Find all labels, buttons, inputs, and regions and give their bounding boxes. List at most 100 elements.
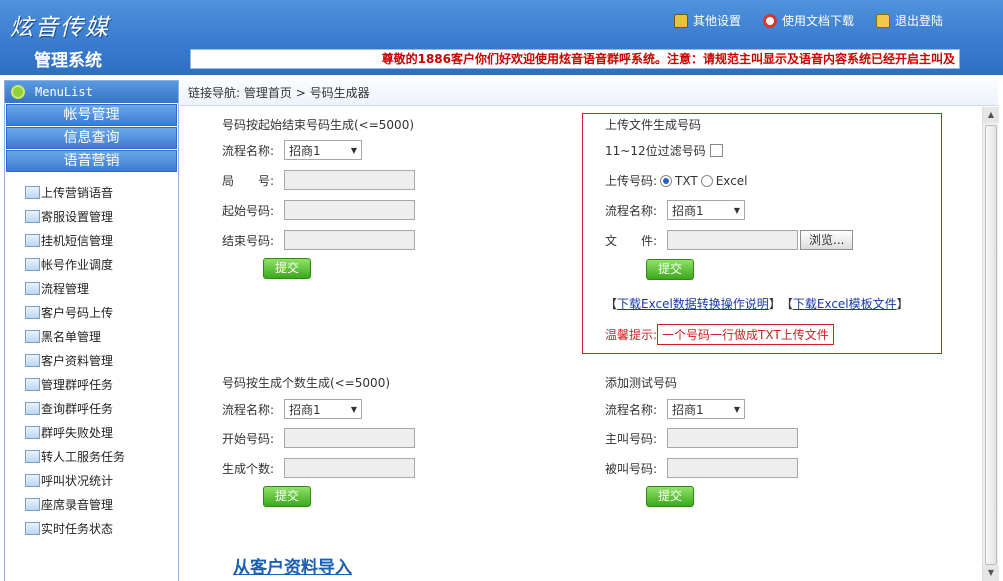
sidebar-item-service-settings[interactable]: 寄服设置管理	[5, 204, 178, 228]
test-flow-row: 流程名称: 招商1 ▼	[605, 399, 745, 419]
upload-type-label: 上传号码:	[605, 174, 658, 188]
breadcrumb-home[interactable]: 管理首页	[244, 86, 292, 100]
sidebar-item-label: 群呼失败处理	[41, 425, 114, 440]
sidebar-item-manage-tasks[interactable]: 管理群呼任务	[5, 372, 178, 396]
other-settings-link[interactable]: 其他设置	[673, 12, 741, 29]
top-links: 其他设置 使用文档下载 退出登陆	[673, 12, 943, 29]
menu-group-voice-marketing[interactable]: 语音营销	[6, 150, 177, 172]
upload-type-row: 上传号码: TXT Excel	[605, 172, 748, 189]
range-flow-label: 流程名称:	[222, 143, 275, 158]
range-bureau-label: 局 号:	[222, 173, 275, 188]
scroll-up-icon[interactable]: ▲	[983, 107, 999, 123]
sidebar: MenuList 帐号管理 信息查询 语音营销 上传营销语音 寄服设置管理 挂机…	[4, 80, 179, 581]
excel-template-link[interactable]: 下载Excel模板文件	[793, 295, 897, 312]
sidebar-item-upload-voice[interactable]: 上传营销语音	[5, 180, 178, 204]
sidebar-item-label: 挂机短信管理	[41, 233, 114, 248]
tip-text: 一个号码一行做成TXT上传文件	[657, 324, 834, 345]
range-bureau-input[interactable]	[284, 170, 415, 190]
range-start-label: 起始号码:	[222, 203, 275, 218]
menu-item-icon	[25, 329, 40, 343]
sidebar-item-number-upload[interactable]: 客户号码上传	[5, 300, 178, 324]
count-start-input[interactable]	[284, 428, 415, 448]
test-caller-input[interactable]	[667, 428, 798, 448]
upload-excel-radio[interactable]	[700, 174, 713, 187]
breadcrumb-separator: >	[295, 86, 306, 100]
upload-txt-radio[interactable]	[660, 174, 673, 187]
upload-file-label: 文 件:	[605, 233, 658, 248]
upload-file-input[interactable]	[667, 230, 798, 250]
chevron-down-icon: ▼	[350, 404, 357, 414]
system-title: 管理系统	[34, 51, 102, 71]
breadcrumb-prefix: 链接导航:	[188, 86, 241, 100]
header: 炫音传媒 管理系统 其他设置 使用文档下载 退出登陆 尊敬的1886客户你们好欢…	[0, 0, 1003, 75]
menu-group-account[interactable]: 帐号管理	[6, 104, 177, 126]
sidebar-item-label: 实时任务状态	[41, 521, 114, 536]
range-end-label: 结束号码:	[222, 233, 275, 248]
sidebar-item-recordings[interactable]: 座席录音管理	[5, 492, 178, 516]
count-flow-select[interactable]: 招商1 ▼	[284, 399, 362, 419]
sidebar-item-call-stats[interactable]: 呼叫状况统计	[5, 468, 178, 492]
test-submit-button[interactable]: 提交	[646, 486, 694, 507]
sidebar-item-failure-handling[interactable]: 群呼失败处理	[5, 420, 178, 444]
vertical-scrollbar[interactable]: ▲ ▼	[982, 107, 999, 581]
sidebar-item-label: 黑名单管理	[41, 329, 102, 344]
range-end-input[interactable]	[284, 230, 415, 250]
tip-row: 温馨提示: 一个号码一行做成TXT上传文件	[605, 324, 834, 345]
range-start-row: 起始号码:	[222, 200, 415, 220]
chevron-down-icon: ▼	[733, 404, 740, 414]
sidebar-item-manual-service[interactable]: 转人工服务任务	[5, 444, 178, 468]
upload-flow-value: 招商1	[672, 203, 704, 218]
test-flow-label: 流程名称:	[605, 402, 658, 417]
sidebar-item-query-tasks[interactable]: 查询群呼任务	[5, 396, 178, 420]
sidebar-item-realtime-status[interactable]: 实时任务状态	[5, 516, 178, 540]
test-callee-input[interactable]	[667, 458, 798, 478]
sidebar-item-label: 寄服设置管理	[41, 209, 114, 224]
upload-filter-checkbox[interactable]	[709, 144, 723, 157]
upload-submit-button[interactable]: 提交	[646, 259, 694, 280]
test-flow-select[interactable]: 招商1 ▼	[667, 399, 745, 419]
range-flow-select[interactable]: 招商1 ▼	[284, 140, 362, 160]
menu-item-icon	[25, 449, 40, 463]
sidebar-item-hangup-sms[interactable]: 挂机短信管理	[5, 228, 178, 252]
sidebar-item-blacklist[interactable]: 黑名单管理	[5, 324, 178, 348]
doc-download-label: 使用文档下载	[781, 14, 854, 28]
count-num-input[interactable]	[284, 458, 415, 478]
range-bureau-row: 局 号:	[222, 170, 415, 190]
import-from-customer-link[interactable]: 从客户资料导入	[233, 553, 352, 578]
main-content: 号码按起始结束号码生成(<=5000) 流程名称: 招商1 ▼ 局 号: 起始号码…	[180, 107, 982, 581]
doc-download-link[interactable]: 使用文档下载	[762, 12, 854, 29]
menu-group-info-query[interactable]: 信息查询	[6, 127, 177, 149]
menu-list-title: MenuList	[35, 85, 93, 99]
upload-flow-row: 流程名称: 招商1 ▼	[605, 200, 745, 220]
scrollbar-thumb[interactable]	[985, 125, 997, 565]
logout-link[interactable]: 退出登陆	[875, 12, 943, 29]
sidebar-item-flow-management[interactable]: 流程管理	[5, 276, 178, 300]
bracket-left: 【	[605, 297, 618, 311]
upload-flow-select[interactable]: 招商1 ▼	[667, 200, 745, 220]
count-submit-button[interactable]: 提交	[263, 486, 311, 507]
sidebar-item-customer-data[interactable]: 客户资料管理	[5, 348, 178, 372]
menu-item-icon	[25, 233, 40, 247]
notice-marquee: 尊敬的1886客户你们好欢迎使用炫音语音群呼系统。注意：请规范主叫显示及语音内容…	[190, 49, 960, 69]
range-flow-row: 流程名称: 招商1 ▼	[222, 140, 362, 160]
range-start-input[interactable]	[284, 200, 415, 220]
upload-gen-title: 上传文件生成号码	[605, 118, 702, 132]
range-flow-value: 招商1	[289, 143, 321, 158]
range-submit-button[interactable]: 提交	[263, 258, 311, 279]
upload-excel-label: Excel	[715, 173, 748, 188]
menu-item-icon	[25, 497, 40, 511]
sidebar-item-label: 流程管理	[41, 281, 90, 296]
scroll-down-icon[interactable]: ▼	[983, 565, 999, 581]
upload-flow-label: 流程名称:	[605, 203, 658, 218]
count-num-label: 生成个数:	[222, 461, 275, 476]
app-window: 炫音传媒 管理系统 其他设置 使用文档下载 退出登陆 尊敬的1886客户你们好欢…	[0, 0, 1003, 581]
count-gen-title: 号码按生成个数生成(<=5000)	[222, 376, 391, 390]
test-flow-value: 招商1	[672, 402, 704, 417]
menu-item-icon	[25, 305, 40, 319]
sidebar-item-job-scheduling[interactable]: 帐号作业调度	[5, 252, 178, 276]
help-icon	[762, 13, 777, 28]
browse-button[interactable]: 浏览...	[800, 230, 854, 250]
test-caller-label: 主叫号码:	[605, 431, 658, 446]
excel-help-link[interactable]: 下载Excel数据转换操作说明	[617, 295, 769, 312]
upload-gen-panel: 上传文件生成号码 11~12位过滤号码 上传号码: TXT Excel 流程名称…	[582, 113, 942, 354]
